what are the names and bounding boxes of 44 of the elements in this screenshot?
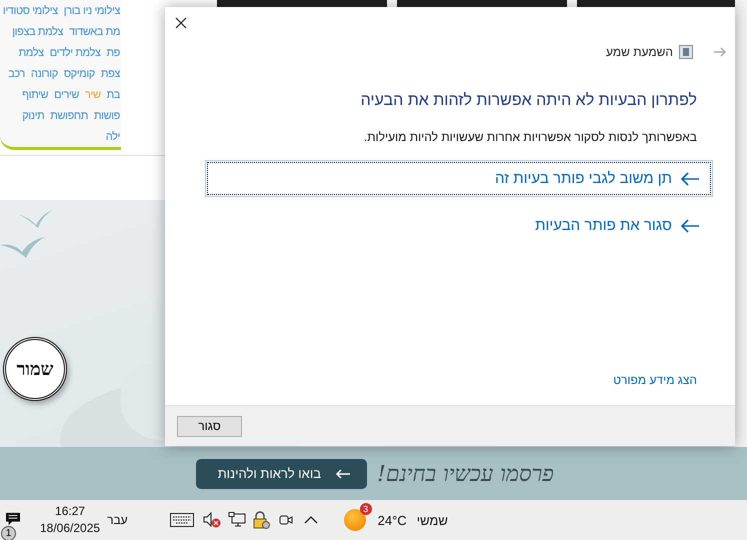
chevron-up-icon[interactable] xyxy=(304,516,318,524)
dialog-heading: לפתרון הבעיות לא היתה אפשרות לזהות את הבעיה xyxy=(360,92,697,110)
banner-headline: פרסמו עכשיו בחינם! xyxy=(377,460,554,486)
tag-link[interactable]: תחפושת xyxy=(50,110,88,122)
arrow-left-icon xyxy=(680,172,700,186)
close-button[interactable]: סגור xyxy=(177,416,242,436)
tag-link[interactable]: שירים xyxy=(54,88,80,100)
option-link[interactable]: תן משוב לגבי פותר בעיות זה xyxy=(205,160,713,197)
tag-link[interactable]: קומיקס xyxy=(64,68,95,80)
tag-link[interactable]: פת xyxy=(106,46,120,58)
option-link[interactable]: סגור את פותר הבעיות xyxy=(522,207,713,244)
network-icon[interactable] xyxy=(228,512,246,528)
window-title: השמעת שמע xyxy=(606,45,673,59)
tag-link[interactable]: רכב xyxy=(8,68,25,80)
tag-link[interactable]: צלמת xyxy=(18,46,44,58)
tag-link[interactable]: קורונה xyxy=(30,68,58,80)
details-link[interactable]: הצג מידע מפורט xyxy=(205,373,697,387)
muted-speaker-icon[interactable] xyxy=(202,512,221,528)
tag-link[interactable]: בת xyxy=(106,88,120,100)
tag-link[interactable]: צילומי ניו בורן xyxy=(64,4,120,16)
count-badge: 1 xyxy=(1,526,16,540)
close-icon[interactable] xyxy=(175,17,187,29)
banner-button[interactable]: בואו לראות ולהינות xyxy=(196,458,367,488)
temperature[interactable]: 24°C xyxy=(378,512,407,528)
tag-link[interactable]: פושות xyxy=(94,110,120,122)
weather-text[interactable]: שמשי xyxy=(416,512,448,528)
tag-link[interactable]: מת באשדוד xyxy=(69,26,120,38)
arrow-left-icon xyxy=(680,218,700,232)
message-icon[interactable] xyxy=(5,512,21,526)
tag-link[interactable]: צלמת ילדים xyxy=(50,46,100,58)
keyboard-icon[interactable] xyxy=(170,513,194,527)
language-indicator[interactable]: עבר xyxy=(107,513,128,527)
tag-link[interactable]: צילומי סטודיו xyxy=(2,4,58,16)
alert-badge: 3 xyxy=(360,503,372,515)
dialog-description: באפשרותך לנסות לסקור אפשרויות אחרות שעשויות להיות מועילות. xyxy=(362,130,697,144)
tag-link[interactable]: ילה xyxy=(106,130,120,142)
tag-link[interactable]: שיר xyxy=(85,88,101,100)
tag-link[interactable]: שיתוף xyxy=(22,88,48,100)
clock[interactable]: 16:27 18/06/2025 xyxy=(40,503,100,537)
arrow-left-icon xyxy=(335,468,351,478)
tag-link[interactable]: צלמת בצפון xyxy=(12,26,64,38)
tag-link[interactable]: תינוק xyxy=(22,110,44,122)
lock-icon[interactable] xyxy=(252,511,270,529)
tag-link[interactable]: צפת xyxy=(100,68,120,80)
